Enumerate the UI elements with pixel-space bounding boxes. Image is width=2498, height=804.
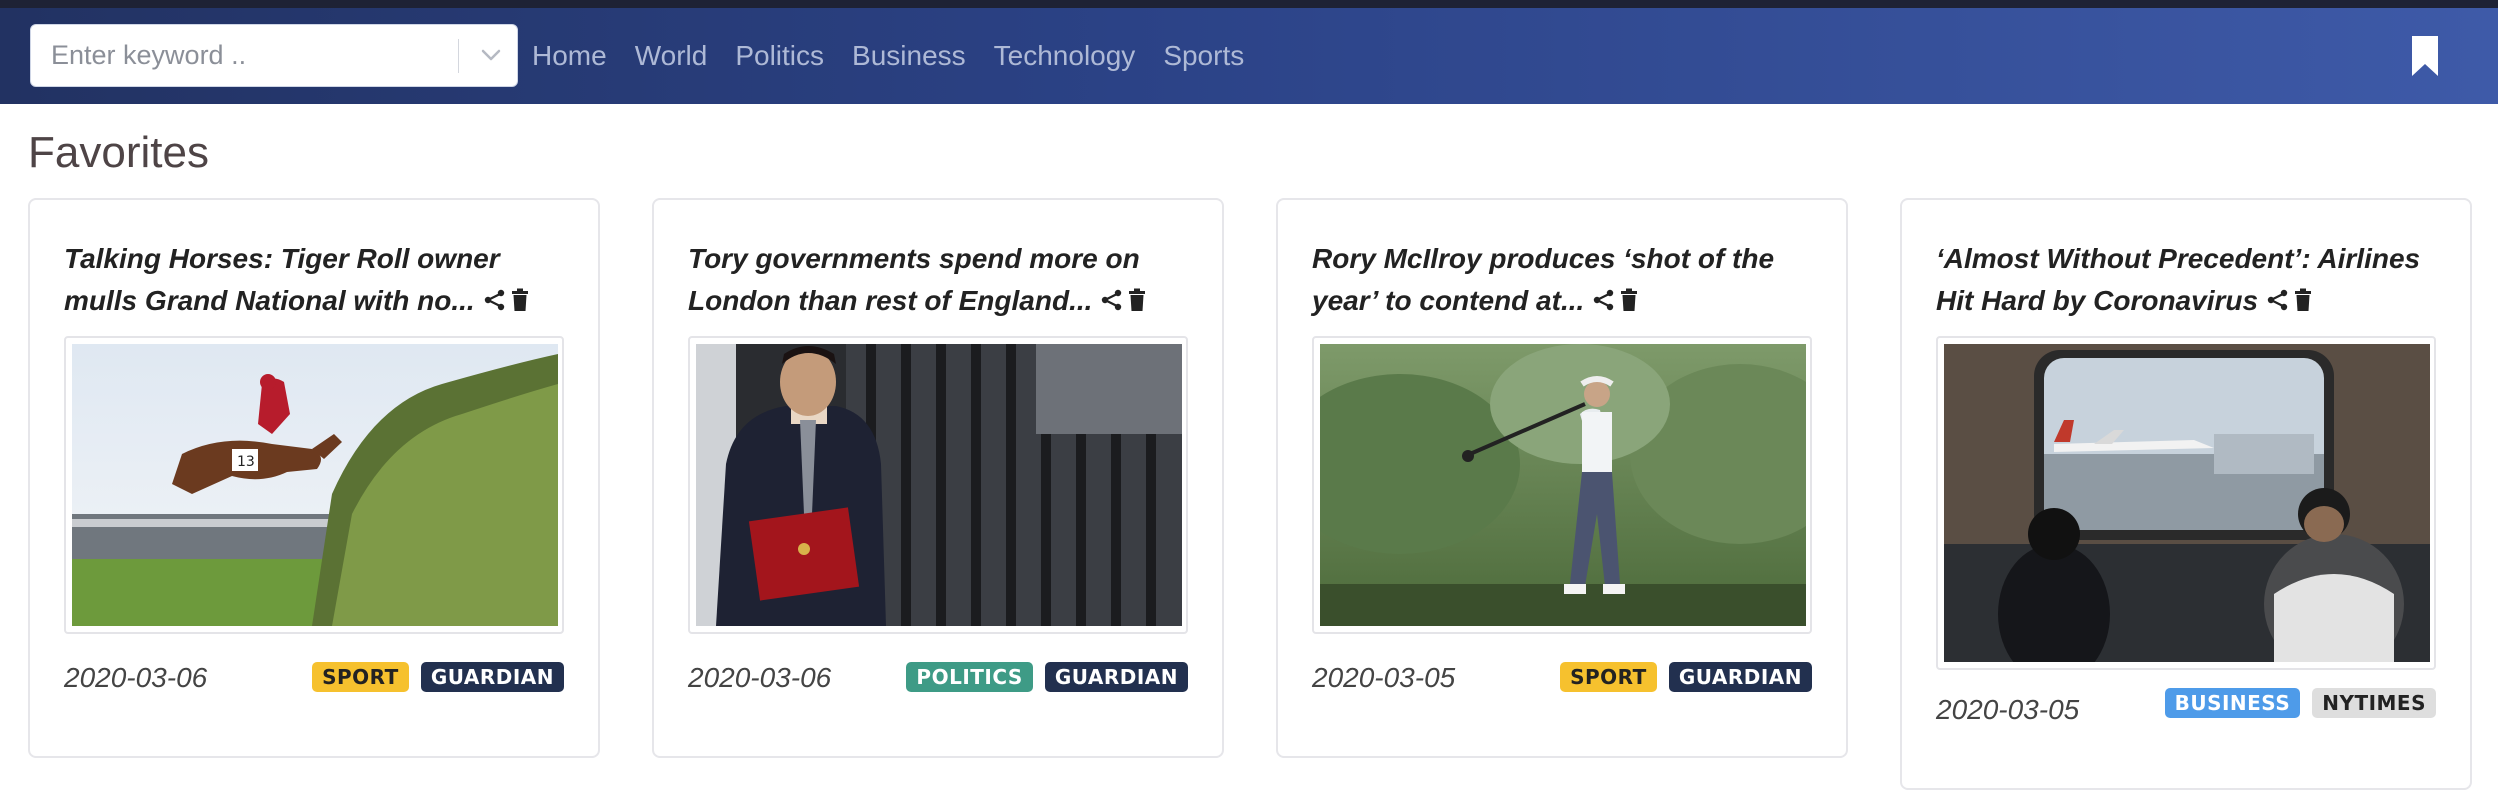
badge-sport: SPORT — [312, 662, 409, 692]
trash-icon[interactable] — [1620, 282, 1638, 324]
news-card[interactable]: Tory governments spend more on London th… — [652, 198, 1224, 758]
share-icon[interactable] — [2266, 282, 2290, 324]
card-title-text[interactable]: Rory McIlroy produces ‘shot of the year’… — [1312, 243, 1774, 316]
trash-icon[interactable] — [511, 282, 529, 324]
card-badges: BUSINESS NYTIMES — [2164, 688, 2436, 718]
search-box — [30, 24, 518, 87]
badge-guardian: GUARDIAN — [1668, 662, 1812, 692]
card-title[interactable]: ‘Almost Without Precedent’: Airlines Hit… — [1936, 238, 2436, 324]
top-border — [0, 0, 2498, 8]
chevron-down-icon[interactable] — [471, 35, 511, 75]
search-input[interactable] — [51, 25, 471, 86]
card-date: 2020-03-06 — [64, 662, 208, 693]
nav-link-sports[interactable]: Sports — [1163, 36, 1244, 76]
card-date: 2020-03-06 — [688, 662, 832, 693]
share-icon[interactable] — [1100, 282, 1124, 324]
airport-train-window-photo — [1944, 344, 2430, 662]
nav-link-politics[interactable]: Politics — [735, 36, 824, 76]
card-badges: SPORT GUARDIAN — [1560, 662, 1812, 692]
trash-icon[interactable] — [1128, 282, 1146, 324]
card-badges: POLITICS GUARDIAN — [906, 662, 1188, 692]
badge-business: BUSINESS — [2164, 688, 2301, 718]
card-date: 2020-03-05 — [1936, 694, 2080, 725]
badge-guardian: GUARDIAN — [1044, 662, 1188, 692]
news-card[interactable]: Talking Horses: Tiger Roll owner mulls G… — [28, 198, 600, 758]
card-title-text[interactable]: Talking Horses: Tiger Roll owner mulls G… — [64, 243, 500, 316]
badge-politics: POLITICS — [906, 662, 1033, 692]
nav-link-technology[interactable]: Technology — [994, 36, 1136, 76]
card-image[interactable]: 13 — [64, 336, 564, 634]
badge-nytimes: NYTIMES — [2312, 688, 2436, 718]
navbar: Home World Politics Business Technology … — [0, 8, 2498, 104]
share-icon[interactable] — [1592, 282, 1616, 324]
badge-sport: SPORT — [1560, 662, 1657, 692]
card-title-text[interactable]: ‘Almost Without Precedent’: Airlines Hit… — [1936, 243, 2420, 316]
nav-link-business[interactable]: Business — [852, 36, 966, 76]
card-badges: SPORT GUARDIAN — [312, 662, 564, 692]
card-title-text[interactable]: Tory governments spend more on London th… — [688, 243, 1140, 316]
nav-links: Home World Politics Business Technology … — [532, 36, 1244, 76]
badge-guardian: GUARDIAN — [420, 662, 564, 692]
golfer-swing-photo — [1320, 344, 1806, 626]
card-image[interactable] — [1936, 336, 2436, 670]
bookmark-icon[interactable] — [2408, 34, 2442, 78]
card-title[interactable]: Tory governments spend more on London th… — [688, 238, 1188, 324]
card-title[interactable]: Rory McIlroy produces ‘shot of the year’… — [1312, 238, 1812, 324]
card-image[interactable] — [688, 336, 1188, 634]
page-title: Favorites — [28, 128, 209, 177]
card-image[interactable] — [1312, 336, 1812, 634]
card-title[interactable]: Talking Horses: Tiger Roll owner mulls G… — [64, 238, 564, 324]
nav-link-home[interactable]: Home — [532, 36, 607, 76]
card-date: 2020-03-05 — [1312, 662, 1456, 693]
man-holding-red-folder-photo — [696, 344, 1182, 626]
svg-text:13: 13 — [237, 454, 255, 470]
share-icon[interactable] — [483, 282, 507, 324]
trash-icon[interactable] — [2294, 282, 2312, 324]
nav-link-world[interactable]: World — [635, 36, 708, 76]
search-separator — [458, 39, 459, 73]
news-card[interactable]: ‘Almost Without Precedent’: Airlines Hit… — [1900, 198, 2472, 790]
news-card[interactable]: Rory McIlroy produces ‘shot of the year’… — [1276, 198, 1848, 758]
horse-jumping-fence-photo: 13 — [72, 344, 558, 626]
